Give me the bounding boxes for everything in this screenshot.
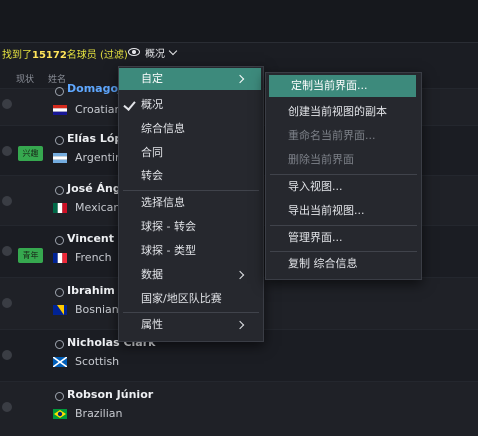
column-status[interactable]: 现状: [16, 72, 34, 85]
menu-item-national-team[interactable]: 国家/地区队比赛: [119, 288, 261, 310]
menu-label: 数据: [141, 268, 163, 281]
submenu-item-rename[interactable]: 重命名当前界面...: [266, 125, 419, 147]
menu-label: 创建当前视图的副本: [288, 105, 387, 118]
submenu-item-copy-general[interactable]: 复制 综合信息: [266, 253, 419, 275]
person-icon: [55, 186, 64, 195]
menu-item-transfer[interactable]: 转会: [119, 165, 261, 187]
player-nationality: Mexican: [75, 201, 121, 214]
person-icon: [55, 136, 64, 145]
submenu-item-delete[interactable]: 删除当前界面: [266, 149, 419, 171]
person-icon: [55, 288, 64, 297]
custom-submenu: 定制当前界面... 创建当前视图的副本 重命名当前界面... 删除当前界面 导入…: [265, 72, 422, 280]
menu-divider: [270, 174, 417, 175]
menu-label: 球探 - 类型: [141, 244, 196, 257]
found-count: 15172: [32, 50, 67, 61]
table-row[interactable]: Robson Júnior Brazilian: [0, 381, 478, 436]
menu-label: 导出当前视图...: [288, 204, 365, 217]
submenu-item-customize-current[interactable]: 定制当前界面...: [269, 75, 416, 97]
menu-item-data[interactable]: 数据: [119, 264, 261, 286]
chevron-right-icon: [235, 74, 245, 84]
france-flag-icon: [53, 253, 67, 263]
status-icon: [2, 146, 12, 156]
eye-icon: [128, 48, 140, 56]
status-icon: [2, 99, 12, 109]
status-icon: [2, 298, 12, 308]
menu-label: 球探 - 转会: [141, 220, 196, 233]
status-icon: [2, 196, 12, 206]
found-prefix: 找到了: [2, 50, 32, 61]
menu-divider: [123, 190, 259, 191]
menu-label: 概况: [141, 98, 163, 111]
youth-badge: 青年: [18, 248, 43, 263]
menu-item-contract[interactable]: 合同: [119, 142, 261, 164]
found-suffix: 名球员 (过滤): [66, 50, 128, 61]
chevron-right-icon: [235, 270, 245, 280]
view-menu: 自定 概况 综合信息 合同 转会 选择信息 球探 - 转会 球探 - 类型 数据…: [118, 66, 264, 342]
view-label: 概况: [145, 48, 165, 60]
submenu-item-export[interactable]: 导出当前视图...: [266, 200, 419, 222]
player-nationality: Bosnian: [75, 303, 119, 316]
menu-item-custom[interactable]: 自定: [119, 68, 261, 90]
status-icon: [2, 350, 12, 360]
status-icon: [2, 246, 12, 256]
menu-label: 国家/地区队比赛: [141, 292, 222, 305]
menu-label: 综合信息: [141, 122, 185, 135]
menu-item-select-info[interactable]: 选择信息: [119, 192, 261, 214]
menu-label: 选择信息: [141, 196, 185, 209]
menu-label: 属性: [141, 318, 163, 331]
checkmark-icon: [123, 98, 136, 111]
menu-label: 导入视图...: [288, 180, 343, 193]
brazil-flag-icon: [53, 409, 67, 419]
player-nationality: Scottish: [75, 355, 120, 368]
menu-label: 复制 综合信息: [288, 257, 358, 270]
menu-item-attributes[interactable]: 属性: [119, 314, 261, 336]
submenu-item-create-copy[interactable]: 创建当前视图的副本: [266, 101, 419, 123]
bosnia-flag-icon: [53, 305, 67, 315]
player-nationality: French: [75, 251, 112, 264]
argentina-flag-icon: [53, 153, 67, 163]
chevron-down-icon: [168, 46, 178, 55]
person-icon: [55, 87, 64, 96]
top-bar: [0, 0, 478, 43]
menu-divider: [270, 251, 417, 252]
submenu-item-import[interactable]: 导入视图...: [266, 176, 419, 198]
submenu-item-manage[interactable]: 管理界面...: [266, 227, 419, 249]
player-nationality: Brazilian: [75, 407, 123, 420]
view-selector-button[interactable]: 概况: [122, 42, 182, 62]
croatia-flag-icon: [53, 105, 67, 115]
person-icon: [55, 392, 64, 401]
menu-label: 重命名当前界面...: [288, 129, 376, 142]
player-nationality: Argentin: [75, 151, 122, 164]
column-name[interactable]: 姓名: [48, 72, 66, 85]
menu-item-scout-transfer[interactable]: 球探 - 转会: [119, 216, 261, 238]
menu-label: 合同: [141, 146, 163, 159]
person-icon: [55, 236, 64, 245]
menu-label: 删除当前界面: [288, 153, 354, 166]
status-icon: [2, 402, 12, 412]
menu-divider: [123, 312, 259, 313]
menu-label: 定制当前界面...: [291, 79, 368, 92]
menu-item-overview[interactable]: 概况: [119, 94, 261, 116]
interest-badge: 兴趣: [18, 146, 43, 161]
menu-item-scout-type[interactable]: 球探 - 类型: [119, 240, 261, 262]
menu-divider: [270, 225, 417, 226]
scotland-flag-icon: [53, 357, 67, 367]
person-icon: [55, 340, 64, 349]
menu-label: 转会: [141, 169, 163, 182]
menu-label: 管理界面...: [288, 231, 343, 244]
players-found-text: 找到了15172名球员 (过滤): [2, 46, 128, 61]
chevron-right-icon: [235, 320, 245, 330]
player-name[interactable]: Robson Júnior: [67, 388, 153, 401]
player-nationality: Croatian: [75, 103, 122, 116]
mexico-flag-icon: [53, 203, 67, 213]
menu-label: 自定: [141, 72, 163, 85]
menu-item-general-info[interactable]: 综合信息: [119, 118, 261, 140]
